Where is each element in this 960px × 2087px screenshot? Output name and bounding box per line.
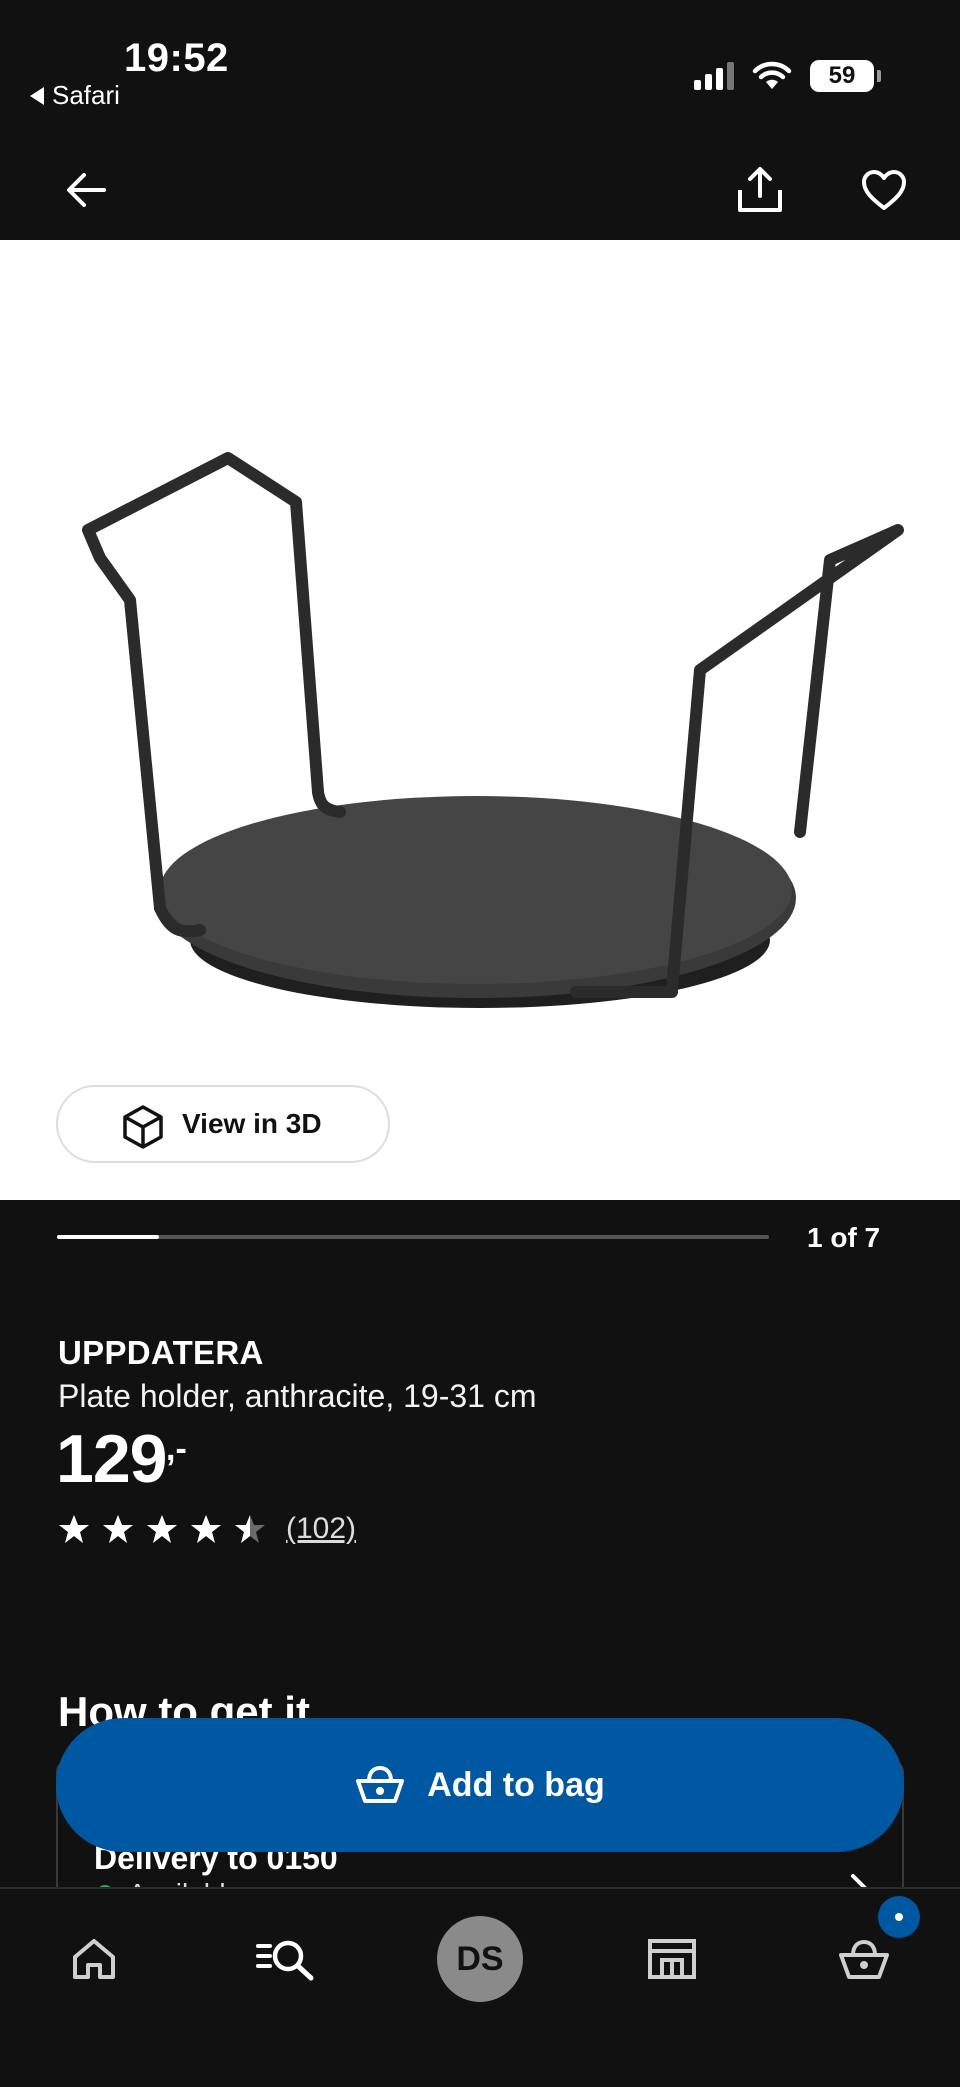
arrow-left-icon	[67, 173, 106, 207]
product-image	[82, 452, 904, 1008]
add-to-bag-label: Add to bag	[427, 1765, 605, 1804]
star-icon	[235, 1515, 265, 1543]
tab-stores[interactable]	[622, 1909, 722, 2009]
gallery-progress: 1 of 7	[57, 1222, 957, 1272]
star-icon	[191, 1515, 221, 1543]
gallery-progress-track	[57, 1235, 769, 1239]
cellular-signal-icon	[694, 62, 734, 90]
search-icon	[256, 1940, 314, 1981]
cart-badge-dot	[895, 1913, 903, 1921]
status-icons: 59	[694, 60, 881, 92]
favorite-button[interactable]	[854, 160, 914, 220]
battery-icon: 59	[810, 60, 881, 92]
status-time: 19:52	[124, 36, 229, 80]
tab-profile[interactable]: DS	[430, 1909, 530, 2009]
product-image-gallery[interactable]: View in 3D	[0, 240, 960, 1200]
home-icon	[73, 1939, 115, 1979]
basket-icon	[839, 1939, 889, 1979]
wifi-icon	[752, 61, 792, 89]
price-suffix: ,-	[166, 1430, 187, 1468]
bottom-tab-bar: DS	[0, 1887, 960, 2087]
product-rating[interactable]: (102)	[58, 1512, 356, 1546]
cart-badge	[878, 1896, 920, 1938]
product-name: UPPDATERA	[58, 1334, 264, 1371]
rating-stars	[58, 1513, 266, 1545]
tab-search[interactable]	[236, 1909, 336, 2009]
back-button[interactable]	[56, 160, 116, 220]
back-app-label: Safari	[52, 80, 120, 110]
star-icon	[103, 1515, 133, 1543]
gallery-counter: 1 of 7	[807, 1222, 881, 1253]
back-triangle-icon	[30, 86, 44, 105]
view-in-3d-label: View in 3D	[182, 1108, 322, 1139]
store-icon	[648, 1939, 696, 1979]
heart-icon	[862, 170, 906, 210]
avatar: DS	[437, 1916, 523, 2002]
share-button[interactable]	[730, 160, 790, 220]
top-nav	[0, 140, 960, 240]
product-description: Plate holder, anthracite, 19-31 cm	[58, 1378, 537, 1414]
basket-icon	[356, 1765, 405, 1803]
star-icon	[147, 1515, 177, 1543]
tab-home[interactable]	[44, 1909, 144, 2009]
review-count[interactable]: (102)	[286, 1512, 356, 1546]
view-in-3d-button[interactable]: View in 3D	[56, 1085, 390, 1163]
cube-icon	[123, 1105, 163, 1149]
star-icon	[59, 1515, 89, 1543]
back-to-safari[interactable]: Safari	[30, 80, 120, 111]
product-price: 129	[56, 1421, 167, 1497]
share-icon	[738, 167, 782, 212]
gallery-progress-fill	[57, 1235, 159, 1239]
status-bar: 19:52 Safari 59	[0, 0, 960, 120]
add-to-bag-button[interactable]: Add to bag	[56, 1718, 904, 1852]
